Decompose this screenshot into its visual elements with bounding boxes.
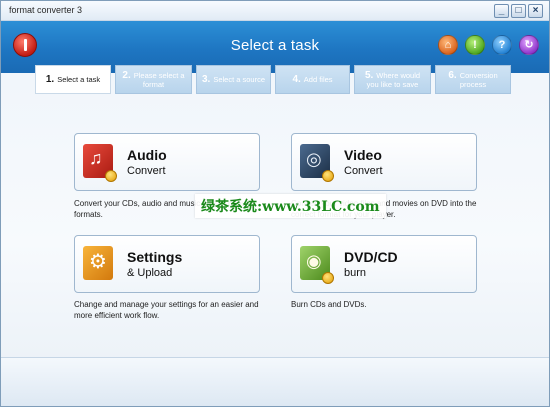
header-icons: ⌂ ! ? ↻ xyxy=(438,35,539,55)
step-label: Select a source xyxy=(213,75,266,84)
footer-bar xyxy=(1,357,549,406)
video-subtitle: Convert xyxy=(344,165,383,177)
settings-icon xyxy=(83,246,113,280)
convert-badge-icon xyxy=(322,170,334,182)
video-title: Video xyxy=(344,147,382,163)
settings-description: Change and manage your settings for an e… xyxy=(74,300,259,320)
watermark-overlay: 绿茶系统:www.33LC.com xyxy=(195,194,386,218)
step-select-task[interactable]: 1. Select a task xyxy=(35,65,111,94)
step-number: 3. xyxy=(201,74,211,85)
step-label: Add files xyxy=(303,75,333,84)
settings-title: Settings xyxy=(127,249,183,265)
step-label: Where would you like to save xyxy=(366,70,421,89)
step-number: 4. xyxy=(292,74,301,85)
dvd-burn-button[interactable]: DVD/CD burn xyxy=(291,235,477,293)
step-label: Please select a format xyxy=(133,70,185,89)
step-save-location[interactable]: 5. Where would you like to save xyxy=(354,65,431,94)
minimize-button[interactable]: _ xyxy=(494,4,509,18)
app-window: format converter 3 _ □ × Select a task ⌂… xyxy=(0,0,550,407)
convert-badge-icon xyxy=(105,170,117,182)
home-icon[interactable]: ⌂ xyxy=(438,35,458,55)
window-controls: _ □ × xyxy=(494,4,543,18)
audio-subtitle: Convert xyxy=(127,165,166,177)
audio-convert-button[interactable]: Audio Convert xyxy=(74,133,260,191)
close-button[interactable]: × xyxy=(528,4,543,18)
video-icon xyxy=(300,144,334,182)
settings-upload-button[interactable]: Settings & Upload xyxy=(74,235,260,293)
step-label: Select a task xyxy=(57,75,101,84)
audio-icon xyxy=(83,144,117,182)
step-conversion-process[interactable]: 6. Conversion process xyxy=(435,65,511,94)
step-add-files[interactable]: 4. Add files xyxy=(275,65,350,94)
dvd-subtitle: burn xyxy=(344,267,367,279)
dvd-description: Burn CDs and DVDs. xyxy=(291,300,367,309)
step-number: 6. xyxy=(448,69,457,81)
video-convert-button[interactable]: Video Convert xyxy=(291,133,477,191)
step-select-source[interactable]: 3. Select a source xyxy=(196,65,271,94)
step-number: 2. xyxy=(122,69,131,81)
step-number: 1. xyxy=(45,74,55,85)
title-bar: format converter 3 _ □ × xyxy=(1,1,549,21)
step-label: Conversion process xyxy=(459,70,498,89)
step-select-format[interactable]: 2. Please select a format xyxy=(115,65,192,94)
settings-subtitle: & Upload xyxy=(127,267,173,279)
help-icon[interactable]: ? xyxy=(492,35,512,55)
flame-badge-icon xyxy=(322,272,334,284)
audio-title: Audio xyxy=(127,147,167,163)
disc-burn-icon xyxy=(300,246,334,284)
dvd-title: DVD/CD xyxy=(344,249,398,265)
window-title: format converter 3 xyxy=(9,5,83,15)
maximize-button[interactable]: □ xyxy=(511,4,526,18)
info-icon[interactable]: ! xyxy=(465,35,485,55)
refresh-icon[interactable]: ↻ xyxy=(519,35,539,55)
wizard-steps: 1. Select a task 2. Please select a forma… xyxy=(35,65,511,95)
